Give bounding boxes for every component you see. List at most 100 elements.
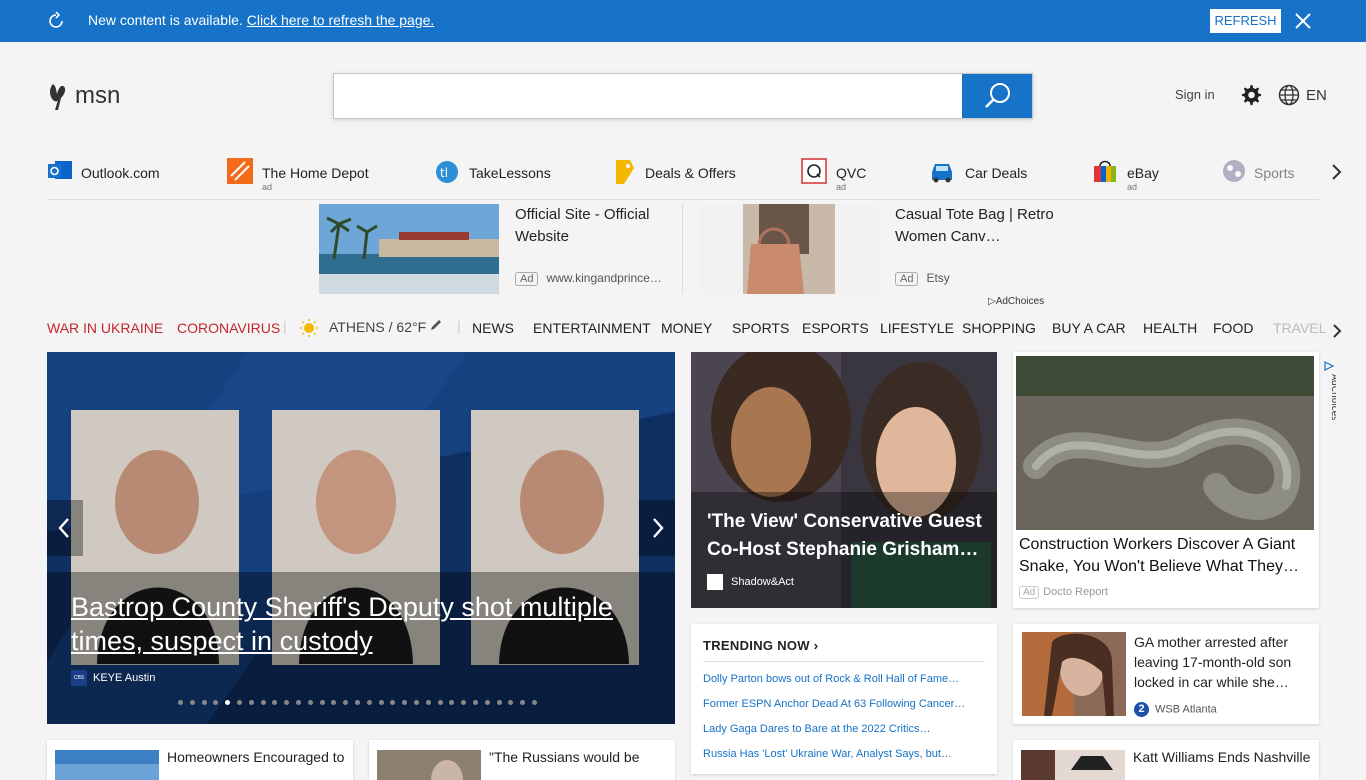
quick-links-bar: Outlook.com The Home Depot ad tl TakeLes…	[47, 152, 1319, 200]
carousel-dot[interactable]	[378, 700, 384, 705]
weather-location[interactable]: ATHENS / 62°F	[329, 319, 426, 335]
carousel-dot[interactable]	[178, 700, 183, 705]
carousel-dot[interactable]	[437, 700, 443, 705]
carousel-dot[interactable]	[532, 700, 537, 705]
ad-url: www.kingandprince…	[546, 271, 662, 285]
close-icon[interactable]	[1292, 10, 1314, 32]
ad-title[interactable]: Official Site - Official Website	[515, 204, 675, 248]
outlook-icon	[48, 161, 72, 179]
search-button[interactable]	[962, 74, 1032, 118]
carousel-dot[interactable]	[248, 700, 254, 705]
carousel-dot[interactable]	[296, 700, 301, 705]
nav-sports[interactable]: SPORTS	[732, 320, 789, 336]
trending-item[interactable]: Russia Has 'Lost' Ukraine War, Analyst S…	[703, 748, 985, 760]
nav-health[interactable]: HEALTH	[1143, 320, 1197, 336]
quicklink-label: Outlook.com	[81, 165, 160, 181]
nav-travel[interactable]: TRAVEL	[1273, 320, 1326, 336]
card-headline[interactable]: Homeowners Encouraged to	[167, 749, 344, 765]
carousel-dot[interactable]	[414, 700, 419, 705]
card-headline[interactable]: Construction Workers Discover A Giant Sn…	[1019, 534, 1311, 578]
ad-title[interactable]: Casual Tote Bag | Retro Women Canv…	[895, 204, 1055, 248]
source-name: Docto Report	[1043, 586, 1109, 598]
trending-item[interactable]: Dolly Parton bows out of Rock & Roll Hal…	[703, 673, 985, 685]
nav-lifestyle[interactable]: LIFESTYLE	[880, 320, 954, 336]
category-nav: WAR IN UKRAINE CORONAVIRUS | ATHENS / 62…	[47, 316, 1327, 340]
card-source: Ad Docto Report	[1019, 586, 1108, 599]
carousel-dot[interactable]	[319, 700, 325, 705]
adchoices-label: AdChoices	[995, 296, 1045, 307]
nav-money[interactable]: MONEY	[661, 320, 712, 336]
nav-coronavirus[interactable]: CORONAVIRUS	[177, 320, 280, 336]
carousel-dot[interactable]	[189, 700, 195, 705]
refresh-link[interactable]: Click here to refresh the page.	[247, 12, 435, 28]
divider	[682, 204, 683, 294]
news-card[interactable]: GA mother arrested after leaving 17-mont…	[1013, 624, 1319, 724]
ad-badge: Ad	[515, 272, 539, 286]
carousel-next-button[interactable]	[639, 500, 675, 556]
signin-link[interactable]: Sign in	[1175, 87, 1215, 102]
news-card[interactable]: "The Russians would be	[369, 740, 675, 780]
ad-label: ad	[1127, 182, 1138, 192]
carousel-dot[interactable]	[425, 700, 431, 705]
quicklink-label: QVC	[836, 165, 867, 181]
news-card[interactable]: Katt Williams Ends Nashville	[1013, 740, 1319, 780]
card-headline[interactable]: GA mother arrested after leaving 17-mont…	[1134, 632, 1314, 692]
hero-headline[interactable]: Bastrop County Sheriff's Deputy shot mul…	[71, 590, 651, 658]
news-card[interactable]: Homeowners Encouraged to	[47, 740, 353, 780]
card-headline[interactable]: 'The View' Conservative Guest Co-Host St…	[707, 508, 987, 564]
car-icon	[932, 164, 952, 183]
carousel-dot[interactable]	[260, 700, 266, 705]
trending-heading[interactable]: TRENDING NOW ›	[703, 638, 818, 653]
hero-carousel[interactable]: Bastrop County Sheriff's Deputy shot mul…	[47, 352, 675, 724]
quicklink-label: Car Deals	[965, 165, 1028, 181]
banner-text: New content is available.	[88, 12, 247, 28]
source-logo: 2	[1134, 702, 1149, 717]
nav-news[interactable]: NEWS	[472, 320, 514, 336]
carousel-dot[interactable]	[484, 700, 490, 705]
takelessons-icon: tl	[436, 161, 458, 183]
carousel-dot[interactable]	[355, 700, 360, 705]
source-name: KEYE Austin	[93, 671, 156, 684]
adchoices-icon[interactable]: AdChoices	[1322, 360, 1336, 420]
search-input[interactable]	[334, 74, 962, 118]
language-selector[interactable]: EN	[1306, 87, 1327, 104]
card-image	[55, 750, 159, 780]
nav-war-in-ukraine[interactable]: WAR IN UKRAINE	[47, 320, 163, 336]
nav-shopping[interactable]: SHOPPING	[962, 320, 1036, 336]
msn-logo[interactable]: msn	[47, 80, 137, 112]
ad-card[interactable]: Official Site - Official Website Ad www.k…	[319, 204, 679, 294]
refresh-icon[interactable]	[46, 11, 66, 31]
refresh-button[interactable]: REFRESH	[1210, 9, 1281, 33]
card-source: Shadow&Act	[707, 574, 794, 590]
nav-esports[interactable]: ESPORTS	[802, 320, 869, 336]
carousel-dot[interactable]	[237, 700, 242, 705]
carousel-prev-button[interactable]	[47, 500, 83, 556]
gear-icon[interactable]	[1240, 84, 1263, 107]
chevron-right-icon[interactable]	[1328, 162, 1344, 182]
carousel-dot[interactable]	[307, 700, 313, 705]
quicklink-label: eBay	[1127, 165, 1159, 181]
card-headline[interactable]: "The Russians would be	[489, 749, 640, 765]
trending-item[interactable]: Lady Gaga Dares to Bare at the 2022 Crit…	[703, 723, 985, 735]
carousel-dot[interactable]	[366, 700, 372, 705]
nav-food[interactable]: FOOD	[1213, 320, 1253, 336]
news-card[interactable]: 'The View' Conservative Guest Co-Host St…	[691, 352, 997, 608]
card-image	[1022, 632, 1126, 716]
source-name: WSB Atlanta	[1155, 703, 1217, 716]
ad-label: ad	[836, 182, 847, 192]
carousel-dot[interactable]	[496, 700, 502, 705]
nav-entertainment[interactable]: ENTERTAINMENT	[533, 320, 651, 336]
ad-image	[319, 204, 499, 294]
carousel-dot[interactable]	[473, 700, 478, 705]
search-box	[333, 73, 1033, 119]
trending-item[interactable]: Former ESPN Anchor Dead At 63 Following …	[703, 698, 985, 710]
globe-icon[interactable]	[1278, 84, 1300, 106]
adchoices-link[interactable]: ▷AdChoices	[988, 296, 1044, 307]
pencil-icon[interactable]	[429, 318, 443, 332]
ad-card[interactable]: Casual Tote Bag | Retro Women Canv… Ad Et…	[699, 204, 1059, 294]
chevron-right-icon[interactable]	[1330, 322, 1344, 340]
card-headline[interactable]: Katt Williams Ends Nashville	[1133, 749, 1310, 765]
nav-buy-a-car[interactable]: BUY A CAR	[1052, 320, 1126, 336]
carousel-dot[interactable]	[201, 700, 207, 705]
sponsored-card[interactable]: Construction Workers Discover A Giant Sn…	[1013, 352, 1319, 608]
